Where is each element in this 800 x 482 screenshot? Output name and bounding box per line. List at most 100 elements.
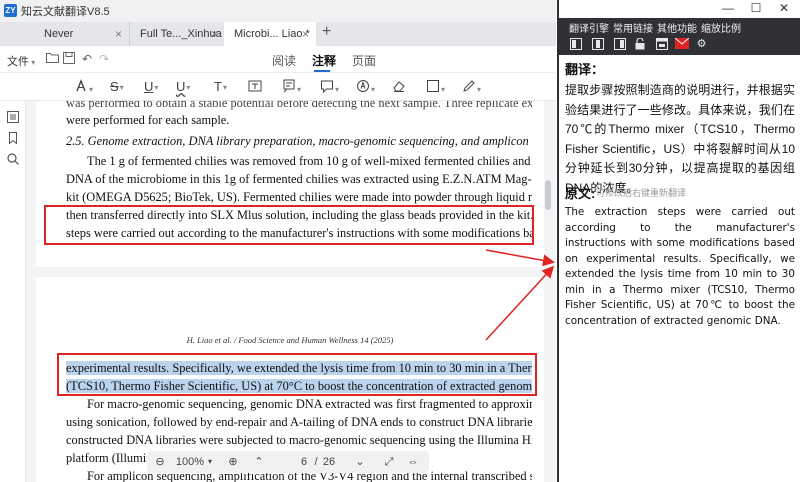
translation-panel: — ☐ ✕ 翻译引擎 常用链接 其他功能 缩放比例 ⚙ 翻译： 提取步骤按照制造…	[557, 0, 800, 482]
layout-right-icon[interactable]	[613, 38, 626, 51]
tab-annotate[interactable]: 注释	[312, 52, 336, 69]
chevron-down-icon[interactable]: ▾	[205, 454, 215, 470]
chevron-down-icon: ▾	[119, 82, 124, 92]
chevron-down-icon: ▾	[186, 82, 191, 92]
tab-full-text-xinhua[interactable]: Full Te..._Xinhua ×	[130, 22, 226, 46]
translation-heading: 翻译：	[565, 62, 605, 77]
tab-read[interactable]: 阅读	[272, 52, 296, 69]
next-page-icon[interactable]: ⌄	[352, 454, 368, 470]
document-page: was performed to obtain a stable potenti…	[36, 101, 544, 482]
title-bar: ZY 知云文献翻译V8.5	[0, 0, 556, 22]
maximize-icon[interactable]: ☐	[742, 0, 770, 18]
chevron-down-icon: ▾	[335, 84, 340, 94]
panel-menu-bar: 翻译引擎 常用链接 其他功能 缩放比例	[559, 18, 800, 35]
zoom-in-icon[interactable]: ⊕	[225, 454, 241, 470]
original-hint: 可修改后右键重新翻译	[596, 188, 687, 198]
previous-page-icon[interactable]: ⌃	[251, 454, 267, 470]
file-menu[interactable]: 文件 ▾	[7, 53, 35, 69]
unlock-icon[interactable]	[633, 37, 646, 51]
document-line: The 1 g of fermented chilies was removed…	[87, 154, 532, 168]
menu-other-functions[interactable]: 其他功能	[657, 20, 697, 35]
page-navigation-bar: ⊖ 100% ▾ ⊕ ⌃ 6 / 26 ⌄ ⤢ ⇔	[147, 451, 429, 473]
tab-page[interactable]: 页面	[352, 52, 376, 69]
chevron-down-icon: ▾	[222, 82, 227, 92]
shape-tool[interactable]: ▾	[426, 79, 445, 95]
tab-label: Full Te..._Xinhua	[140, 28, 222, 40]
main-toolbar: 文件 ▾ ↶ ↷ 阅读 注释 页面	[0, 46, 556, 73]
panel-icon-bar: ⚙	[559, 35, 800, 55]
annotation-box-source	[44, 205, 534, 245]
close-icon[interactable]: ×	[115, 22, 122, 46]
stamp-tool[interactable]: ▾	[356, 79, 375, 95]
strikethrough-icon: S	[110, 79, 119, 94]
window-icon[interactable]	[655, 38, 668, 51]
chevron-down-icon: ▾	[297, 84, 302, 94]
page-separator: /	[314, 456, 318, 468]
outline-icon[interactable]	[6, 111, 20, 125]
underline-tool[interactable]: U▾	[144, 79, 158, 95]
undo-icon[interactable]: ↶	[80, 52, 94, 66]
redo-icon[interactable]: ↷	[97, 52, 111, 66]
strikethrough-tool[interactable]: S▾	[110, 79, 124, 95]
annotation-toolbar: ▾ S▾ U▾ U▾ T▾ ▾ ▾ ▾ ▾ ▾	[0, 73, 556, 101]
tab-label: Microbi... Liao *	[234, 28, 310, 40]
panel-title-bar: — ☐ ✕	[559, 0, 800, 18]
text-icon: T	[214, 79, 222, 94]
tab-microbi-liao[interactable]: Microbi... Liao * ×	[224, 22, 316, 46]
text-tool[interactable]: T▾	[214, 79, 227, 95]
chevron-down-icon: ▾	[441, 84, 446, 94]
document-line: was performed to obtain a stable potenti…	[66, 101, 532, 110]
panel-body: 翻译： 提取步骤按照制造商的说明进行，并根据实验结果进行了一些修改。具体来说，我…	[559, 55, 800, 482]
document-line: DNA of the microbiome in this 1g of ferm…	[66, 172, 532, 186]
document-line: For macro-genomic sequencing, genomic DN…	[87, 397, 532, 411]
save-icon[interactable]	[62, 52, 76, 66]
running-head: H. Liao et al. / Food Science and Human …	[186, 335, 394, 345]
close-icon[interactable]: ×	[211, 22, 218, 46]
app-title: 知云文献翻译V8.5	[21, 6, 110, 18]
fit-width-icon[interactable]: ⇔	[405, 454, 421, 470]
add-tab-button[interactable]: +	[322, 23, 331, 41]
pen-tool[interactable]: ▾	[462, 79, 481, 95]
menu-zoom-ratio[interactable]: 缩放比例	[701, 20, 741, 35]
file-menu-label: 文件	[7, 56, 29, 68]
layout-center-icon[interactable]	[591, 38, 604, 51]
tab-never[interactable]: Never ×	[34, 22, 130, 46]
vertical-scrollbar[interactable]	[545, 180, 551, 210]
tab-label: Never	[44, 28, 74, 40]
section-heading: 2.5. Genome extraction, DNA library prep…	[66, 134, 532, 148]
menu-translation-engine[interactable]: 翻译引擎	[569, 20, 609, 35]
zoom-level[interactable]: 100%	[175, 454, 205, 470]
current-page-input[interactable]: 6	[297, 454, 311, 470]
chevron-down-icon: ▾	[154, 82, 159, 92]
eraser-tool[interactable]	[392, 79, 406, 95]
close-icon[interactable]: ×	[302, 22, 309, 46]
layout-left-icon[interactable]	[569, 38, 582, 51]
fit-page-icon[interactable]: ⤢	[381, 454, 397, 470]
highlight-tool[interactable]: ▾	[74, 79, 93, 95]
bookmark-icon[interactable]	[6, 132, 20, 146]
close-icon[interactable]: ✕	[770, 0, 798, 18]
search-icon[interactable]	[6, 153, 20, 167]
squiggly-tool[interactable]: U▾	[176, 79, 190, 95]
app-logo: ZY	[4, 4, 17, 17]
tab-bar: Never × Full Te..._Xinhua × Microbi... L…	[0, 22, 556, 46]
active-tab-indicator	[314, 70, 330, 72]
document-line: using sonication, followed by end-repair…	[66, 415, 532, 429]
mail-icon[interactable]	[674, 37, 690, 51]
gear-icon[interactable]: ⚙	[695, 38, 708, 51]
underline-icon: U	[144, 79, 154, 94]
textbox-tool[interactable]	[248, 79, 262, 95]
translation-text[interactable]: 提取步骤按照制造商的说明进行，并根据实验结果进行了一些修改。具体来说，我们在70…	[565, 81, 795, 198]
minimize-icon[interactable]: —	[714, 0, 742, 18]
open-folder-icon[interactable]	[45, 52, 59, 66]
note-tool[interactable]: ▾	[320, 79, 339, 95]
original-heading: 原文:	[565, 186, 596, 201]
chevron-down-icon: ▾	[477, 84, 482, 94]
original-text[interactable]: The extraction steps were carried out ac…	[565, 205, 795, 329]
menu-common-links[interactable]: 常用链接	[613, 20, 653, 35]
squiggly-underline-icon: U	[176, 79, 186, 94]
zoom-out-icon[interactable]: ⊖	[152, 454, 168, 470]
chevron-down-icon: ▾	[29, 58, 36, 67]
callout-tool[interactable]: ▾	[282, 79, 301, 95]
left-sidebar	[0, 101, 26, 482]
